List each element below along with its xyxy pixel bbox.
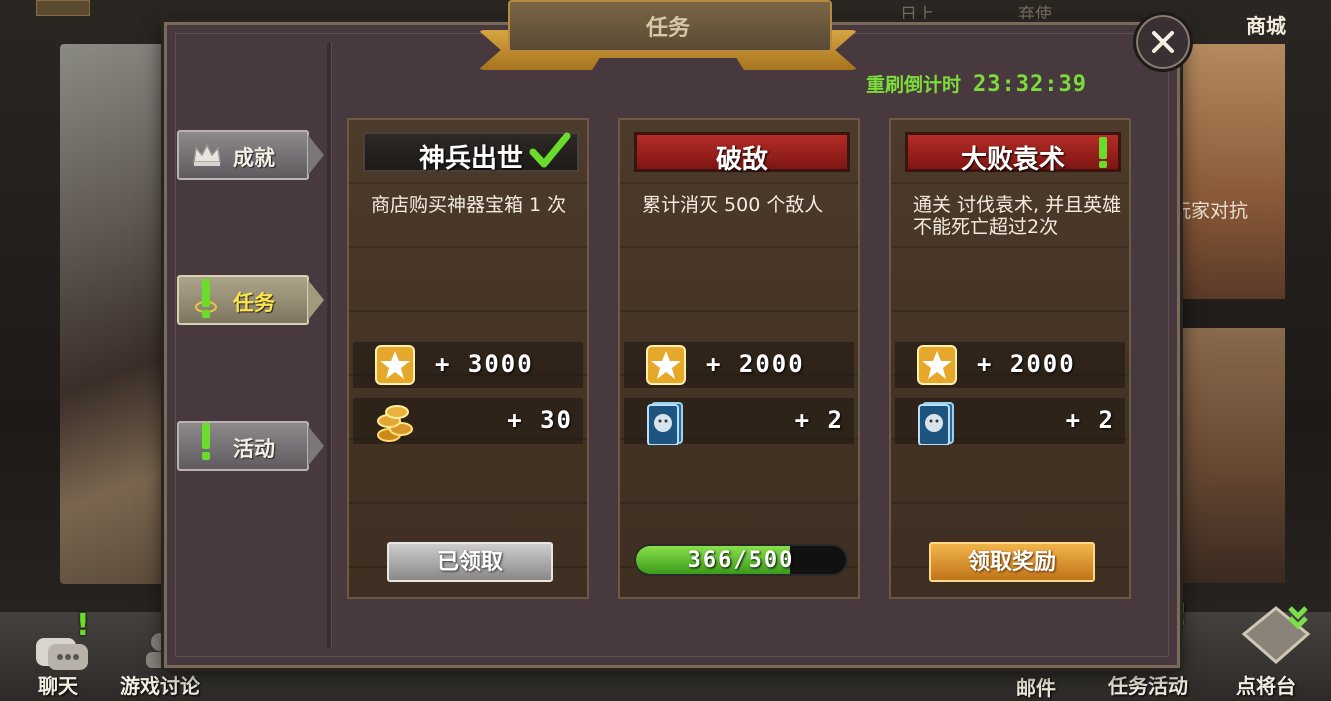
dialog-title: 任务 (645, 16, 690, 41)
quest-progress-bar: 366/500 (634, 544, 848, 576)
star-icon (917, 345, 957, 385)
exclamation-icon (197, 421, 215, 467)
progress-text: 366/500 (687, 548, 795, 573)
discussion-label[interactable]: 游戏讨论 (120, 670, 200, 699)
hero-artwork (60, 44, 180, 584)
quest-card: 大败袁术 通关 讨伐袁术, 并且英雄不能死亡超过2次 + 2000 + 2 领取… (889, 118, 1131, 599)
reward-value: + 2 (794, 406, 844, 434)
tab-arrow (308, 426, 324, 466)
tab-events[interactable]: 活动 (177, 421, 327, 473)
quest-card: 破敌 累计消灭 500 个敌人 + 2000 + 2 366/500 (618, 118, 860, 599)
tab-label: 活动 (233, 437, 275, 461)
reward-value: + 2000 (706, 350, 805, 378)
tab-achievements[interactable]: 成就 (177, 130, 327, 182)
tasks-label[interactable]: 任务活动 (1108, 670, 1188, 699)
reward-value: + 2 (1065, 406, 1115, 434)
battle-banner[interactable] (1170, 328, 1285, 583)
tab-quests[interactable]: 任务 (177, 275, 327, 327)
pvp-banner[interactable] (1170, 44, 1285, 299)
quest-title: 大败袁术 (960, 145, 1065, 175)
reward-value: + 30 (507, 406, 573, 434)
quest-description: 通关 讨伐袁术, 并且英雄不能死亡超过2次 (913, 194, 1122, 238)
tab-arrow (308, 280, 324, 320)
reward-row: + 3000 (353, 342, 583, 388)
top-left-strip (36, 0, 90, 16)
reward-row: + 2000 (624, 342, 854, 388)
quest-title-bar: 破敌 (634, 132, 850, 175)
star-icon (646, 345, 686, 385)
quest-card: 神兵出世 商店购买神器宝箱 1 次 + 3000 + 30 已领取 (347, 118, 589, 599)
claim-reward-button[interactable]: 领取奖励 (929, 542, 1095, 582)
chat-alert-icon: ! (76, 608, 90, 643)
shop-button[interactable]: 商城 (1246, 10, 1286, 39)
sidebar-divider (327, 43, 332, 648)
refresh-countdown: 重刷倒计时 23:32:39 (866, 70, 1087, 97)
tiger-card-icon (646, 401, 686, 446)
exclamation-icon (195, 277, 217, 325)
reward-row: + 2000 (895, 342, 1125, 388)
tab-arrow (308, 135, 324, 175)
close-icon (1152, 31, 1174, 53)
quest-title-bar: 大败袁术 (905, 132, 1121, 175)
checkmark-icon (529, 132, 571, 179)
quest-description: 商店购买神器宝箱 1 次 (371, 194, 567, 216)
close-button[interactable] (1133, 12, 1193, 72)
refresh-timer: 23:32:39 (973, 72, 1087, 97)
mail-label[interactable]: 邮件 (1016, 672, 1056, 701)
top-menu-fragment: 日上 (900, 5, 934, 25)
reward-value: + 2000 (977, 350, 1076, 378)
pvp-label: 玩家对抗 (1172, 200, 1249, 222)
title-banner: 任务 (478, 0, 858, 70)
reward-row: + 30 (353, 398, 583, 444)
quest-title-bar: 神兵出世 (363, 132, 579, 174)
tiger-card-icon (917, 401, 957, 446)
exclamation-icon (1096, 133, 1110, 180)
generals-label[interactable]: 点将台 (1236, 670, 1296, 699)
refresh-label: 重刷倒计时 (866, 74, 962, 96)
star-icon (375, 345, 415, 385)
reward-row: + 2 (895, 398, 1125, 446)
claimed-button[interactable]: 已领取 (387, 542, 553, 582)
crown-icon (191, 140, 223, 172)
generals-scroll-icon[interactable] (1236, 604, 1316, 672)
reward-value: + 3000 (435, 350, 534, 378)
tab-label: 任务 (233, 291, 275, 315)
tab-label: 成就 (233, 146, 275, 170)
quest-description: 累计消灭 500 个敌人 (642, 194, 824, 216)
gold-coins-icon (375, 401, 415, 442)
quest-title: 破敌 (715, 145, 768, 175)
chat-label[interactable]: 聊天 (38, 670, 78, 699)
reward-row: + 2 (624, 398, 854, 446)
